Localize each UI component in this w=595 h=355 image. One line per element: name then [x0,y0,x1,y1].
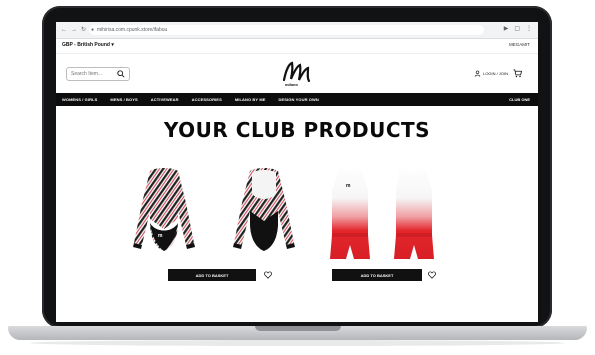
browser-actions: ▶ ▢ ⋮ [504,25,532,34]
page-title: YOUR CLUB PRODUCTS [163,118,431,142]
product-image-leotards[interactable]: m [122,163,306,259]
main-navigation: WOMENS / GIRLS MENS / BOYS ACTIVEWEAR AC… [56,93,538,106]
menu-icon[interactable]: ⋮ [526,25,532,34]
account-link[interactable]: MEGAMIT [509,42,530,47]
add-to-basket-button-leotards[interactable]: ADD TO BASKET [168,269,256,281]
product-image-singlets[interactable]: m [328,163,444,261]
login-label: LOGIN / JOIN [483,71,508,76]
nav-item-activewear[interactable]: ACTIVEWEAR [151,97,179,102]
svg-text:m: m [158,233,163,239]
singlet-front: m [330,165,370,259]
laptop-notch [255,326,341,331]
add-to-basket-button-singlets[interactable]: ADD TO BASKET [332,269,422,281]
chevron-down-icon: ▾ [111,42,114,48]
leotard-front: m [133,168,195,251]
currency-selector[interactable]: GBP - British Pound ▾ [62,42,114,48]
top-strip: GBP - British Pound ▾ MEGAMIT [56,39,538,54]
wishlist-heart-icon[interactable] [428,271,436,279]
nav-item-milano-by-me[interactable]: MILANO BY ME [235,97,266,102]
currency-label: GBP - British Pound [62,42,110,48]
reload-icon[interactable]: ↻ [81,26,86,34]
nav-item-mens-boys[interactable]: MENS / BOYS [110,97,137,102]
laptop-shadow [30,340,565,346]
user-icon [474,70,481,77]
browser-nav-buttons: ← → ↻ [61,26,86,34]
search-input[interactable] [71,69,115,78]
search-icon[interactable] [117,70,125,78]
nav-item-womens-girls[interactable]: WOMENS / GIRLS [62,97,97,102]
singlet-back [394,165,434,259]
search-box [66,67,130,81]
back-icon[interactable]: ← [61,26,67,34]
extensions-icon[interactable]: ▢ [514,25,520,34]
forward-icon[interactable]: → [71,26,77,34]
lock-icon: ● [91,27,95,33]
leotard-back [233,168,295,251]
cast-icon[interactable]: ▶ [504,25,509,34]
wishlist-heart-icon[interactable] [264,271,272,279]
laptop-screen: ← → ↻ ● mihirisa.com.cpunk.store/ifabuu … [56,22,538,322]
url-text: mihirisa.com.cpunk.store/ifabuu [97,27,168,33]
browser-toolbar: ← → ↻ ● mihirisa.com.cpunk.store/ifabuu … [56,22,538,39]
address-bar[interactable]: ● mihirisa.com.cpunk.store/ifabuu [89,25,484,35]
logo-wordmark: milano [285,82,298,87]
site-header: milano LOGIN / JOIN [56,54,538,92]
nav-item-accessories[interactable]: ACCESSORIES [192,97,222,102]
cart-icon[interactable] [513,69,522,78]
nav-item-club[interactable]: CLUB ONE [509,93,530,106]
svg-text:m: m [346,183,351,189]
nav-item-design-your-own[interactable]: DESIGN YOUR OWN [279,97,319,102]
login-link[interactable]: LOGIN / JOIN [474,70,508,77]
